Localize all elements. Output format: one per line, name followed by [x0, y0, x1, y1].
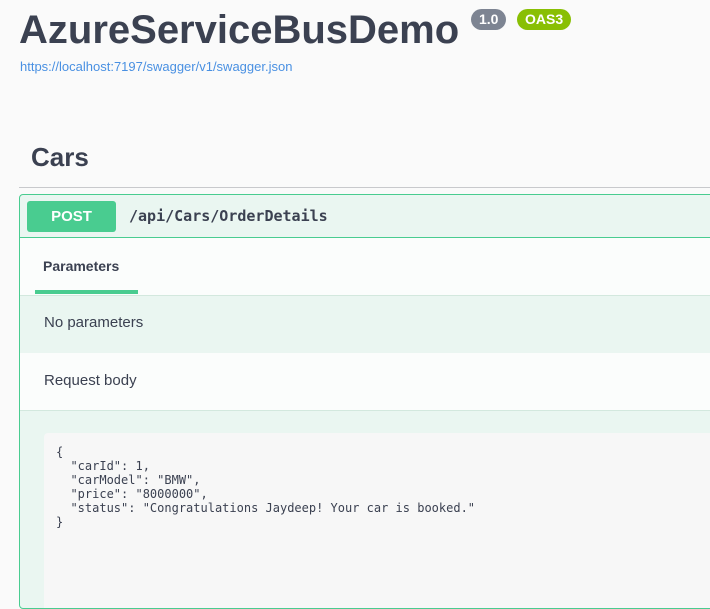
request-body-example[interactable]: { "carId": 1, "carModel": "BMW", "price"…: [44, 433, 710, 608]
tag-section-title[interactable]: Cars: [31, 142, 89, 173]
request-body-label: Request body: [44, 372, 137, 389]
active-tab-indicator: [35, 290, 138, 294]
method-badge: POST: [27, 201, 116, 232]
oas-badge: OAS3: [517, 9, 572, 30]
operation-path: /api/Cars/OrderDetails: [129, 207, 328, 225]
tab-parameters[interactable]: Parameters: [43, 258, 119, 274]
tag-divider: [19, 187, 710, 188]
operation-block: POST /api/Cars/OrderDetails Parameters N…: [19, 194, 710, 609]
swagger-json-link[interactable]: https://localhost:7197/swagger/v1/swagge…: [20, 59, 292, 74]
no-parameters-text: No parameters: [44, 314, 144, 331]
version-badge: 1.0: [471, 9, 507, 30]
request-body-header: Request body: [20, 353, 710, 411]
operation-summary[interactable]: POST /api/Cars/OrderDetails: [20, 195, 710, 238]
parameters-tab-header: Parameters: [20, 238, 710, 296]
api-title: AzureServiceBusDemo: [19, 8, 460, 52]
